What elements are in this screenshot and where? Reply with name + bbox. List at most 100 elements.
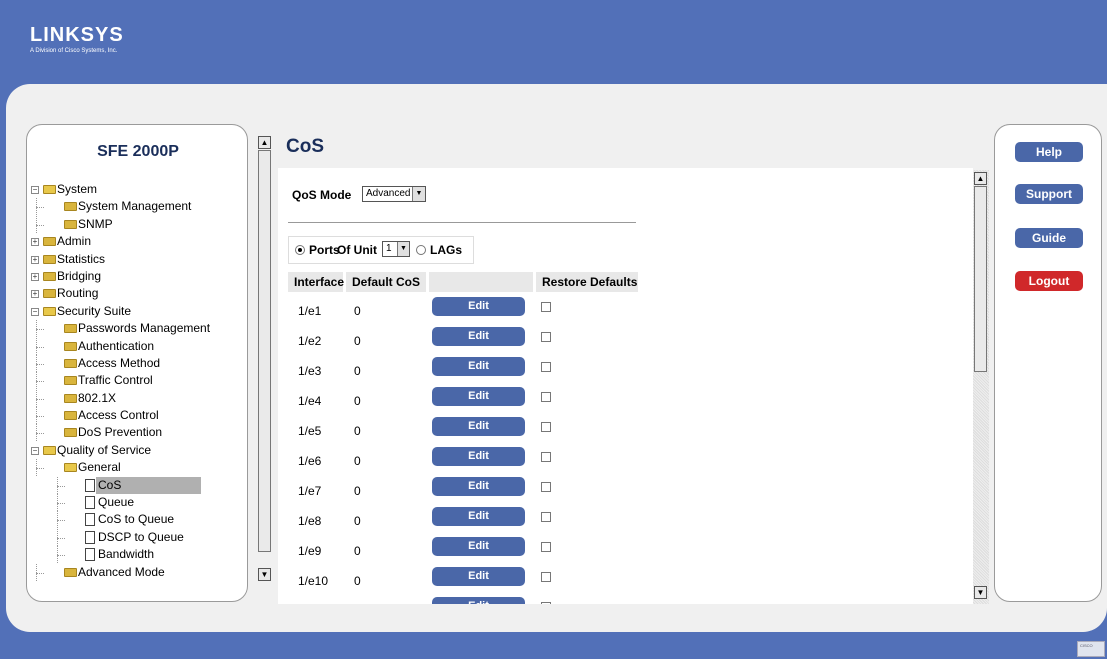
help-button[interactable]: Help [1015, 142, 1083, 162]
scroll-down-icon[interactable]: ▼ [258, 568, 271, 581]
sidebar-item[interactable]: CoS to Queue [31, 511, 241, 529]
ports-radio-label: Ports [309, 243, 340, 257]
restore-defaults-checkbox[interactable] [541, 422, 551, 432]
tree-connector [36, 416, 44, 418]
sidebar-item[interactable]: + Statistics [31, 251, 241, 268]
restore-defaults-checkbox[interactable] [541, 602, 551, 604]
guide-button[interactable]: Guide [1015, 228, 1083, 248]
scroll-up-icon[interactable]: ▲ [974, 172, 987, 185]
sidebar-item[interactable]: + Routing [31, 285, 241, 302]
sidebar-item[interactable]: CoS [31, 476, 241, 494]
sidebar-item[interactable]: DoS Prevention [31, 424, 241, 442]
sidebar-item[interactable]: Bandwidth [31, 546, 241, 564]
sidebar-item-label: Traffic Control [78, 373, 153, 388]
sidebar-item-label: Routing [57, 286, 99, 301]
tree-connector [36, 207, 44, 209]
sidebar-item[interactable]: General [31, 459, 241, 477]
sidebar-item[interactable]: System Management [31, 198, 241, 216]
edit-button[interactable]: Edit [432, 477, 525, 496]
restore-defaults-checkbox[interactable] [541, 362, 551, 372]
help-panel: Help Support Guide Logout [994, 124, 1102, 602]
collapse-icon[interactable]: − [31, 186, 39, 194]
edit-button[interactable]: Edit [432, 567, 525, 586]
edit-button[interactable]: Edit [432, 297, 525, 316]
sidebar-item[interactable]: Access Method [31, 354, 241, 372]
unit-select[interactable]: 1 ▼ [382, 241, 410, 257]
edit-button[interactable]: Edit [432, 597, 525, 604]
sidebar-item-label: Quality of Service [57, 442, 152, 457]
restore-defaults-checkbox[interactable] [541, 302, 551, 312]
sidebar-item[interactable]: 802.1X [31, 389, 241, 407]
sidebar-item[interactable]: SNMP [31, 215, 241, 233]
content-scrollbar[interactable]: ▲ ▼ [973, 170, 989, 604]
table-row: 1/e110Edit [288, 596, 638, 604]
sidebar-item[interactable]: Queue [31, 494, 241, 512]
page-icon [85, 548, 95, 562]
sidebar-item[interactable]: Authentication [31, 337, 241, 355]
restore-defaults-checkbox[interactable] [541, 512, 551, 522]
interface-cell: 1/e6 [298, 454, 322, 468]
sidebar-item[interactable]: + Admin [31, 233, 241, 250]
sidebar-item-label: Admin [57, 234, 92, 249]
sidebar-item-label: DoS Prevention [78, 425, 163, 440]
product-name: SFE 2000P [97, 143, 179, 160]
sidebar-item-label: Access Method [78, 355, 161, 370]
restore-defaults-checkbox[interactable] [541, 452, 551, 462]
sidebar-item[interactable]: Advanced Mode [31, 563, 241, 581]
cisco-logo-icon: CISCO [1077, 641, 1105, 657]
edit-button[interactable]: Edit [432, 537, 525, 556]
sidebar-item-label: Statistics [57, 251, 106, 266]
restore-defaults-checkbox[interactable] [541, 482, 551, 492]
edit-button[interactable]: Edit [432, 507, 525, 526]
edit-button[interactable]: Edit [432, 357, 525, 376]
restore-defaults-checkbox[interactable] [541, 542, 551, 552]
default-cos-cell: 0 [354, 484, 361, 498]
expand-icon[interactable]: + [31, 238, 39, 247]
sidebar-item[interactable]: − System [31, 181, 241, 198]
collapse-icon[interactable]: − [31, 446, 39, 455]
lags-radio[interactable] [416, 245, 426, 255]
scrollbar-thumb[interactable] [974, 186, 987, 372]
expand-icon[interactable]: + [31, 272, 39, 281]
collapse-icon[interactable]: − [31, 307, 39, 316]
tree-connector [36, 363, 44, 365]
edit-button[interactable]: Edit [432, 417, 525, 436]
edit-button[interactable]: Edit [432, 447, 525, 466]
logout-button[interactable]: Logout [1015, 271, 1083, 291]
sidebar-item[interactable]: − Quality of Service [31, 442, 241, 459]
interface-cell: 1/e2 [298, 334, 322, 348]
default-cos-cell: 0 [354, 364, 361, 378]
default-cos-cell: 0 [354, 544, 361, 558]
interface-cell: 1/e7 [298, 484, 322, 498]
interface-cell: 1/e3 [298, 364, 322, 378]
sidebar-item[interactable]: Access Control [31, 407, 241, 425]
restore-defaults-checkbox[interactable] [541, 332, 551, 342]
edit-button[interactable]: Edit [432, 327, 525, 346]
scroll-down-icon[interactable]: ▼ [974, 586, 987, 599]
sidebar-item-label: System [57, 182, 98, 196]
restore-defaults-checkbox[interactable] [541, 572, 551, 582]
sidebar-item[interactable]: − Security Suite [31, 303, 241, 320]
sidebar-item[interactable]: Passwords Management [31, 320, 241, 338]
ports-radio[interactable] [295, 245, 305, 255]
sidebar-item[interactable]: DSCP to Queue [31, 528, 241, 546]
sidebar-item-label: SNMP [78, 216, 113, 231]
sidebar-item[interactable]: Traffic Control [31, 372, 241, 390]
sidebar-item[interactable]: + Bridging [31, 268, 241, 285]
table-row: 1/e9 0 Edit [288, 536, 638, 566]
tree-connector [57, 546, 58, 564]
qos-mode-select[interactable]: Advanced ▼ [362, 186, 426, 202]
table-row: 1/e6 0 Edit [288, 446, 638, 476]
support-button[interactable]: Support [1015, 184, 1083, 204]
expand-icon[interactable]: + [31, 290, 39, 299]
restore-defaults-checkbox[interactable] [541, 392, 551, 402]
tree-connector [36, 224, 44, 226]
expand-icon[interactable]: + [31, 255, 39, 264]
chevron-down-icon[interactable]: ▼ [397, 242, 409, 256]
tree-connector [36, 329, 44, 331]
scroll-up-icon[interactable]: ▲ [258, 136, 271, 149]
nav-scrollbar[interactable]: ▲ ▼ [258, 136, 272, 582]
chevron-down-icon[interactable]: ▼ [412, 187, 425, 201]
scrollbar-thumb[interactable] [258, 150, 271, 552]
edit-button[interactable]: Edit [432, 387, 525, 406]
